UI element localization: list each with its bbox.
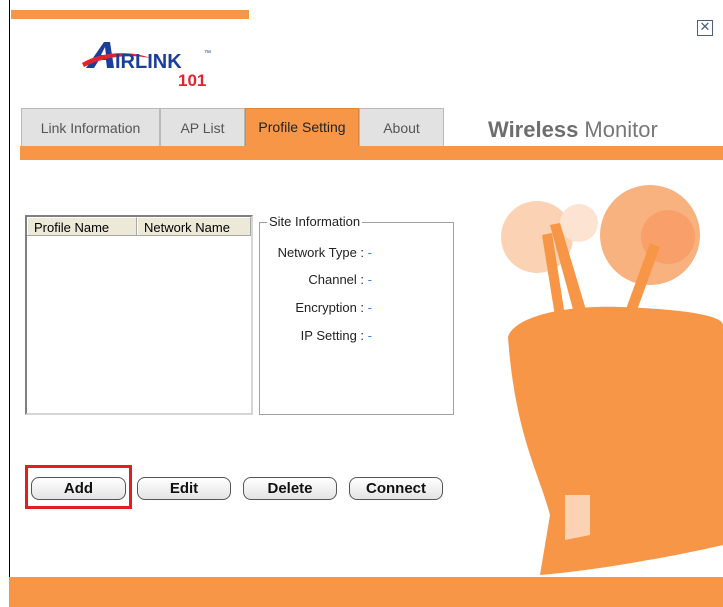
profile-list-header: Profile Name Network Name bbox=[27, 217, 251, 236]
tab-underline-band bbox=[20, 146, 723, 160]
page-title: Wireless Monitor bbox=[488, 117, 658, 142]
svg-text:™: ™ bbox=[204, 50, 211, 57]
delete-button[interactable]: Delete bbox=[243, 477, 337, 500]
channel-value: - bbox=[367, 272, 372, 287]
bottom-band bbox=[9, 577, 723, 607]
tab-profile-setting[interactable]: Profile Setting bbox=[245, 108, 359, 146]
encryption-value: - bbox=[367, 300, 372, 315]
top-accent-stripe bbox=[11, 10, 249, 19]
tab-ap-list[interactable]: AP List bbox=[160, 108, 245, 146]
tab-about[interactable]: About bbox=[359, 108, 444, 146]
logo-subtext: 101 bbox=[178, 71, 206, 90]
ip-setting-row: IP Setting : - bbox=[257, 328, 372, 343]
connect-button[interactable]: Connect bbox=[349, 477, 443, 500]
network-type-row: Network Type : - bbox=[257, 245, 372, 260]
tab-link-information[interactable]: Link Information bbox=[21, 108, 160, 146]
encryption-label: Encryption : bbox=[295, 300, 365, 315]
edit-button[interactable]: Edit bbox=[137, 477, 231, 500]
router-illustration bbox=[501, 185, 723, 575]
channel-label: Channel : bbox=[308, 272, 365, 287]
ip-setting-label: IP Setting : bbox=[300, 328, 365, 343]
site-information-legend: Site Information bbox=[267, 214, 363, 229]
logo-text: IRLINK bbox=[115, 51, 182, 73]
column-network-name[interactable]: Network Name bbox=[137, 217, 251, 235]
channel-row: Channel : - bbox=[257, 272, 372, 287]
encryption-row: Encryption : - bbox=[257, 300, 372, 315]
airlink-logo: IRLINK ™ 101 bbox=[82, 42, 211, 90]
close-icon[interactable]: ✕ bbox=[697, 20, 713, 36]
column-profile-name[interactable]: Profile Name bbox=[27, 217, 137, 235]
profile-list[interactable]: Profile Name Network Name bbox=[25, 215, 253, 415]
add-button[interactable]: Add bbox=[31, 477, 126, 500]
network-type-value: - bbox=[367, 245, 372, 260]
ip-setting-value: - bbox=[367, 328, 372, 343]
network-type-label: Network Type : bbox=[277, 245, 365, 260]
